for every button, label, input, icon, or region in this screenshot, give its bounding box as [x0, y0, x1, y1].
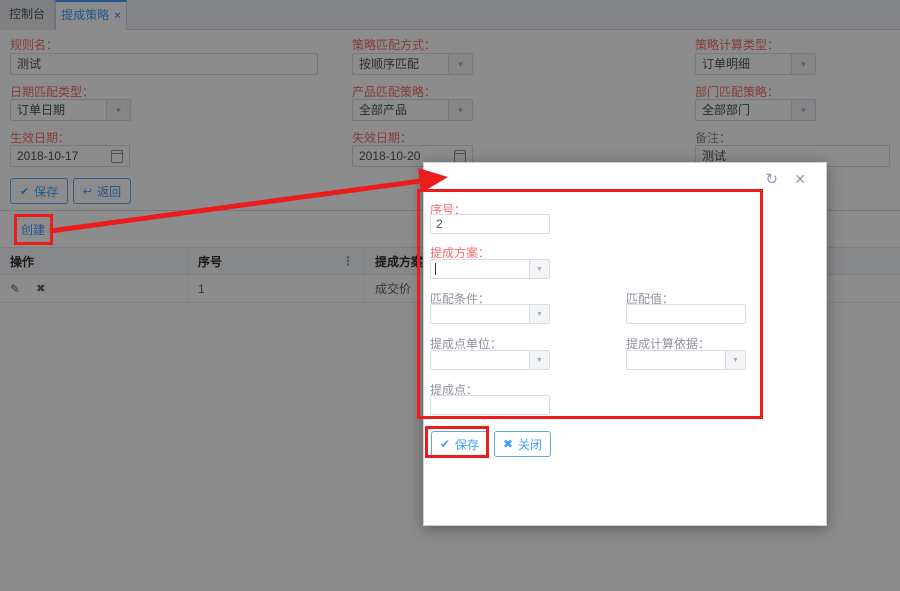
- plan-value: [431, 260, 529, 278]
- condition-value: [431, 305, 529, 323]
- dialog-close-label: 关闭: [518, 437, 543, 452]
- seq-input[interactable]: 2: [430, 214, 550, 234]
- chevron-down-icon[interactable]: ▼: [725, 351, 745, 369]
- match-value-input[interactable]: [626, 304, 746, 324]
- dialog-close-icon[interactable]: ✕: [794, 172, 806, 187]
- dialog-save-button[interactable]: ✔ 保存: [431, 431, 488, 457]
- create-detail-dialog: ↻ ✕ 序号： 2 提成方案： ▼ 匹配条件： ▼ 匹配值： 提成点单位： ▼ …: [423, 162, 827, 526]
- plan-combo[interactable]: ▼: [430, 259, 550, 279]
- chevron-down-icon[interactable]: ▼: [529, 305, 549, 323]
- check-icon: ✔: [439, 437, 451, 451]
- calc-basis-select[interactable]: ▼: [626, 350, 746, 370]
- app-window: 控制台 提成策略 × 规则名： 测试 策略匹配方式： 按顺序匹配 ▼ 策略计算类型…: [0, 0, 900, 591]
- chevron-down-icon[interactable]: ▼: [529, 260, 549, 278]
- point-input[interactable]: [430, 395, 550, 415]
- unit-select[interactable]: ▼: [430, 350, 550, 370]
- text-cursor: [435, 263, 436, 275]
- refresh-icon[interactable]: ↻: [765, 172, 778, 187]
- unit-value: [431, 351, 529, 369]
- dialog-save-label: 保存: [455, 437, 480, 452]
- x-icon: ✖: [502, 437, 514, 451]
- condition-select[interactable]: ▼: [430, 304, 550, 324]
- dialog-header: ↻ ✕: [424, 163, 826, 197]
- chevron-down-icon[interactable]: ▼: [529, 351, 549, 369]
- calc-basis-value: [627, 351, 725, 369]
- dialog-close-button[interactable]: ✖ 关闭: [494, 431, 551, 457]
